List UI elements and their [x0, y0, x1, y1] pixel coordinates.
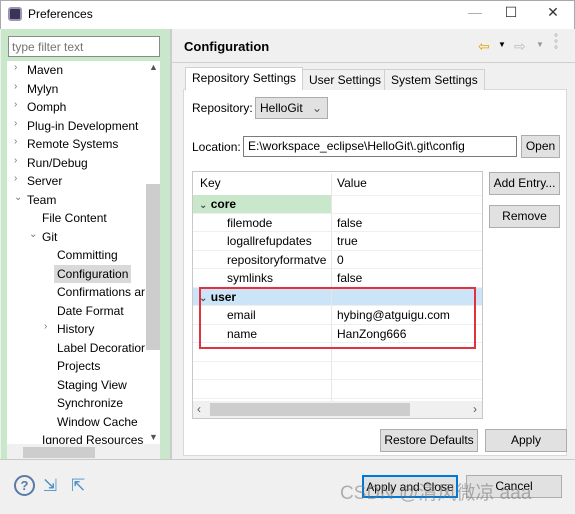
scroll-down-icon[interactable]: ▼	[149, 432, 158, 442]
apply-button[interactable]: Apply	[485, 429, 567, 452]
tab-repository-settings[interactable]: Repository Settings	[185, 67, 304, 90]
window-title: Preferences	[28, 7, 93, 21]
table-row[interactable]: symlinks false	[193, 269, 482, 288]
bottom-separator	[0, 459, 575, 460]
tree-item[interactable]: Window Cache	[57, 413, 138, 431]
tree-item[interactable]: Remote Systems	[27, 135, 118, 153]
panel-divider[interactable]	[170, 29, 172, 459]
tree-item[interactable]: Synchronize	[57, 394, 123, 412]
chevron-right-icon[interactable]: ›	[44, 321, 47, 332]
chevron-right-icon[interactable]: ›	[14, 136, 17, 147]
table-scroll-thumb[interactable]	[210, 403, 410, 416]
chevron-down-icon[interactable]: ⌄	[29, 229, 37, 240]
add-entry-button[interactable]: Add Entry...	[489, 172, 560, 195]
chevron-right-icon[interactable]: ›	[14, 99, 17, 110]
tree-item[interactable]: Confirmations ar	[57, 283, 145, 301]
chevron-right-icon[interactable]: ›	[14, 62, 17, 73]
maximize-button[interactable]: ☐	[496, 4, 526, 24]
table-row[interactable]: logallrefupdates true	[193, 232, 482, 251]
tab-user-settings[interactable]: User Settings	[302, 69, 389, 90]
tree-item[interactable]: Oomph	[27, 98, 66, 116]
tree-item[interactable]: File Content	[42, 209, 107, 227]
location-field[interactable]: E:\workspace_eclipse\HelloGit\.git\confi…	[243, 136, 517, 157]
key-header[interactable]: Key	[193, 174, 332, 195]
table-row[interactable]: ⌄ core	[193, 195, 482, 214]
chevron-right-icon[interactable]: ›	[14, 173, 17, 184]
import-icon[interactable]: ⇲	[43, 476, 57, 496]
tree-item[interactable]: Git	[42, 228, 57, 246]
open-button[interactable]: Open	[521, 135, 560, 158]
location-label: Location:	[192, 140, 241, 154]
tree-hscroll-thumb[interactable]	[23, 447, 95, 458]
tree-item[interactable]: Maven	[27, 61, 63, 79]
apply-and-close-button[interactable]: Apply and Close	[362, 475, 458, 498]
entry-value: 0	[337, 252, 344, 267]
table-row[interactable]: repositoryformatve 0	[193, 250, 482, 269]
repository-value: HelloGit	[260, 101, 303, 115]
scroll-up-icon[interactable]: ▲	[149, 62, 158, 72]
table-row	[193, 380, 482, 399]
tree-item[interactable]: Staging View	[57, 376, 127, 394]
tree-scroll-thumb[interactable]	[146, 184, 160, 350]
preferences-tree: › Maven › Mylyn › Oomph › Plug-in Development › R…	[7, 61, 146, 444]
page-title: Configuration	[184, 39, 270, 54]
forward-dropdown-icon[interactable]: ▼	[536, 40, 544, 49]
tree-item[interactable]: Team	[27, 191, 56, 209]
value-header[interactable]: Value	[337, 174, 367, 192]
tree-item[interactable]: Configuration	[54, 264, 132, 283]
chevron-right-icon[interactable]: ›	[14, 118, 17, 129]
tab-system-settings[interactable]: System Settings	[384, 69, 485, 90]
export-icon[interactable]: ⇱	[71, 476, 85, 496]
header-separator	[172, 62, 575, 63]
table-row[interactable]: filemode false	[193, 213, 482, 232]
entry-key: logallrefupdates	[193, 232, 332, 250]
repository-select[interactable]: HelloGit ⌄	[255, 97, 328, 119]
section-key: core	[210, 197, 237, 211]
help-icon[interactable]: ?	[14, 475, 35, 496]
entry-value: true	[337, 234, 358, 248]
scroll-left-icon[interactable]: ‹	[197, 402, 201, 416]
eclipse-icon	[8, 7, 22, 21]
chevron-down-icon[interactable]: ⌄	[199, 200, 207, 211]
entry-key: filemode	[193, 213, 332, 231]
chevron-down-icon: ⌄	[311, 101, 322, 115]
table-header: Key Value	[193, 174, 482, 196]
tree-item[interactable]: Run/Debug	[27, 154, 88, 172]
scroll-right-icon[interactable]: ›	[473, 402, 477, 416]
tree-item[interactable]: Mylyn	[27, 80, 58, 98]
tree-item[interactable]: History	[57, 320, 94, 338]
table-horizontal-scrollbar[interactable]: ‹ ›	[193, 401, 482, 418]
filter-input[interactable]	[8, 36, 160, 57]
chevron-down-icon[interactable]: ⌄	[14, 192, 22, 203]
tree-item[interactable]: Ignored Resources	[42, 431, 143, 444]
back-dropdown-icon[interactable]: ▼	[498, 40, 506, 49]
tree-item[interactable]: Projects	[57, 357, 100, 375]
remove-button[interactable]: Remove	[489, 205, 560, 228]
entry-value: false	[337, 215, 363, 230]
tree-item[interactable]: Date Format	[57, 302, 124, 320]
view-menu-icon[interactable]: ° ° °	[554, 34, 558, 56]
cancel-button[interactable]: Cancel	[466, 475, 562, 498]
restore-defaults-button[interactable]: Restore Defaults	[380, 429, 478, 452]
close-button[interactable]: ✕	[538, 4, 568, 24]
back-arrow-icon[interactable]: ⇦	[478, 38, 490, 55]
table-row	[193, 361, 482, 380]
entry-key: symlinks	[193, 269, 332, 287]
chevron-right-icon[interactable]: ›	[14, 81, 17, 92]
entry-key: repositoryformatve	[193, 250, 332, 268]
tree-item[interactable]: Plug-in Development	[27, 117, 138, 135]
tree-item[interactable]: Committing	[57, 246, 118, 264]
forward-arrow-icon[interactable]: ⇨	[514, 38, 526, 55]
repository-label: Repository:	[192, 101, 253, 115]
tree-item[interactable]: Label Decoratior	[57, 339, 145, 357]
minimize-button[interactable]: —	[460, 4, 490, 24]
tree-item[interactable]: Server	[27, 172, 62, 190]
highlight-box	[199, 287, 476, 349]
entry-value: false	[337, 271, 363, 285]
chevron-right-icon[interactable]: ›	[14, 155, 17, 166]
